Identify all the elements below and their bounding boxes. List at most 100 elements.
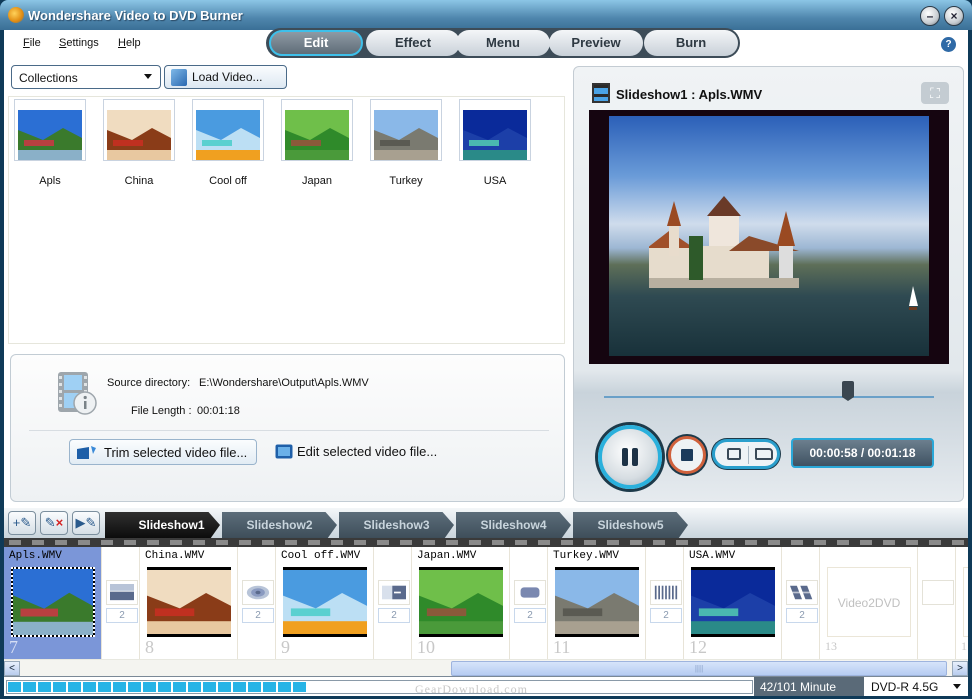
library-item-label: Apls [39, 175, 61, 187]
trim-video-button[interactable]: Trim selected video file... [69, 439, 257, 465]
capacity-segment [233, 682, 246, 692]
help-icon[interactable]: ? [941, 37, 956, 52]
library-item[interactable]: Apls [14, 99, 86, 187]
clip-thumbnail [11, 567, 95, 637]
timeline-clip[interactable]: USA.WMV 12 [684, 547, 782, 659]
tab-slideshow3[interactable]: Slideshow3 [339, 512, 454, 538]
clip-name: Apls.WMV [9, 550, 62, 562]
library-item-label: China [124, 175, 154, 187]
camera-icon[interactable] [727, 448, 741, 460]
transition-push-right-icon[interactable] [378, 580, 410, 605]
scroll-thumb[interactable]: |||| [451, 661, 947, 676]
tab-slideshow5[interactable]: Slideshow5 [573, 512, 688, 538]
stop-button[interactable] [668, 436, 706, 474]
main-tab-strip: Edit Effect Menu Preview Burn [266, 28, 740, 58]
title-bar[interactable]: Wondershare Video to DVD Burner – × [0, 0, 972, 30]
tab-effect[interactable]: Effect [366, 30, 460, 56]
transition-wipe-down-icon[interactable] [106, 580, 138, 605]
load-video-button[interactable]: Load Video... [164, 65, 287, 89]
empty-transition[interactable] [922, 580, 954, 605]
tab-burn[interactable]: Burn [644, 30, 738, 56]
transition-slot[interactable]: 2 [784, 547, 820, 659]
library-item[interactable]: China [103, 99, 175, 187]
library-item-label: Cool off [209, 175, 247, 187]
tab-slideshow2[interactable]: Slideshow2 [222, 512, 337, 538]
transition-duration[interactable]: 2 [242, 608, 274, 623]
transition-slot[interactable]: 2 [376, 547, 412, 659]
library-thumbnail [370, 99, 442, 161]
time-display: 00:00:58 / 00:01:18 [791, 438, 934, 468]
capacity-segment [98, 682, 111, 692]
preview-title: Slideshow1 : Apls.WMV [616, 87, 763, 102]
capture-group [712, 439, 780, 469]
library-item[interactable]: USA [459, 99, 531, 187]
tab-menu[interactable]: Menu [456, 30, 550, 56]
capacity-segment [278, 682, 291, 692]
play-slideshow-button[interactable]: ▶✎ [72, 511, 100, 535]
transition-slot[interactable]: 2 [104, 547, 140, 659]
video-frame [609, 116, 929, 356]
seek-bar[interactable] [604, 396, 934, 398]
close-button[interactable]: × [944, 6, 964, 26]
disc-capacity-bar [6, 680, 753, 694]
library-thumbnail [459, 99, 531, 161]
minimize-button[interactable]: – [920, 6, 940, 26]
tab-preview[interactable]: Preview [549, 30, 643, 56]
capacity-segment [38, 682, 51, 692]
timeline-clip[interactable]: Apls.WMV 7 [4, 547, 102, 659]
scroll-right-icon[interactable]: > [952, 661, 968, 676]
menu-help[interactable]: Help [118, 37, 141, 49]
folder-open-icon[interactable] [755, 448, 773, 460]
timeline-clip[interactable]: Japan.WMV 10 [412, 547, 510, 659]
transition-slot[interactable] [920, 547, 956, 659]
add-slideshow-button[interactable]: +✎ [8, 511, 36, 535]
menu-settings[interactable]: Settings [59, 37, 99, 49]
add-slideshow-icon: +✎ [12, 515, 32, 530]
seek-handle[interactable] [842, 381, 855, 401]
menu-file[interactable]: File [23, 37, 41, 49]
tab-slideshow4[interactable]: Slideshow4 [456, 512, 571, 538]
fullscreen-icon[interactable]: ⛶ [921, 82, 949, 104]
film-icon [592, 83, 610, 103]
transition-duration[interactable]: 2 [786, 608, 818, 623]
capacity-segment [158, 682, 171, 692]
transition-slot[interactable]: 2 [648, 547, 684, 659]
collections-dropdown[interactable]: Collections [11, 65, 161, 89]
clip-thumbnail [691, 567, 775, 637]
disc-type-value: DVD-R 4.5G [871, 680, 939, 694]
app-logo-icon [8, 7, 24, 23]
trim-video-label: Trim selected video file... [104, 445, 248, 460]
tab-edit[interactable]: Edit [269, 30, 363, 56]
pause-button[interactable] [598, 425, 662, 489]
delete-slideshow-button[interactable]: ✎× [40, 511, 68, 535]
empty-clip-slot[interactable]: 1 [956, 547, 968, 659]
transition-diagonal-icon[interactable] [786, 580, 818, 605]
timeline-clip[interactable]: Turkey.WMV 11 [548, 547, 646, 659]
transition-slot[interactable]: 2 [240, 547, 276, 659]
disc-type-dropdown[interactable]: DVD-R 4.5G [865, 677, 968, 696]
transition-ripple-icon[interactable] [242, 580, 274, 605]
transition-duration[interactable]: 2 [106, 608, 138, 623]
edit-video-button[interactable]: Edit selected video file... [273, 439, 473, 465]
timeline-clip[interactable]: Cool off.WMV 9 [276, 547, 374, 659]
empty-clip-slot[interactable]: Video2DVD 13 [820, 547, 918, 659]
empty-clip-placeholder: Video2DVD [827, 567, 911, 637]
transition-slot[interactable]: 2 [512, 547, 548, 659]
library-item[interactable]: Turkey [370, 99, 442, 187]
transition-duration[interactable]: 2 [514, 608, 546, 623]
media-library: Apls China Cool off Japan Turkey USA [8, 96, 565, 344]
timeline-scrollbar[interactable]: < |||| > [4, 659, 968, 676]
clip-name: Cool off.WMV [281, 550, 361, 562]
scroll-left-icon[interactable]: < [4, 661, 20, 676]
library-item[interactable]: Japan [281, 99, 353, 187]
library-item[interactable]: Cool off [192, 99, 264, 187]
transition-blinds-icon[interactable] [650, 580, 682, 605]
timeline-clip[interactable]: China.WMV 8 [140, 547, 238, 659]
tab-slideshow1[interactable]: Slideshow1 [105, 512, 220, 538]
capacity-segment [263, 682, 276, 692]
capacity-segment [53, 682, 66, 692]
transition-blur-icon[interactable] [514, 580, 546, 605]
video-screen[interactable] [589, 110, 949, 364]
transition-duration[interactable]: 2 [650, 608, 682, 623]
transition-duration[interactable]: 2 [378, 608, 410, 623]
